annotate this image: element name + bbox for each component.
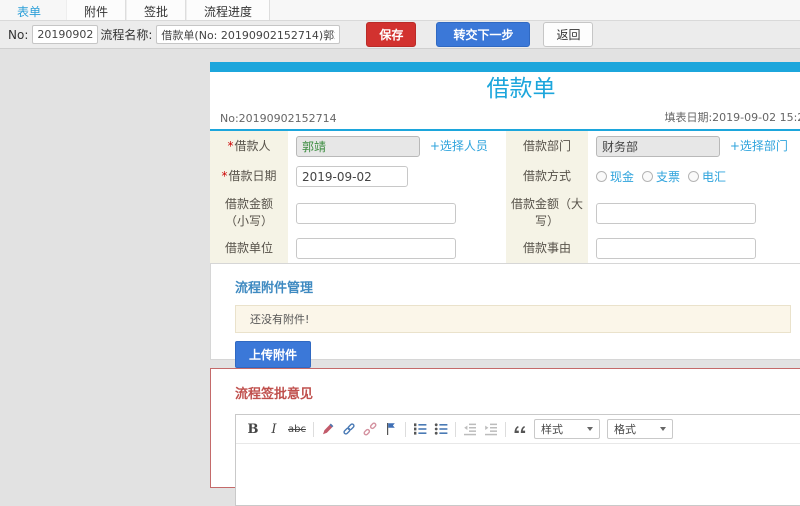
form-title: 借款单 — [486, 76, 556, 102]
borrow-date-input[interactable] — [296, 166, 408, 187]
header-toolbar: No: 流程名称: 保存 转交下一步 返回 — [0, 21, 800, 49]
italic-icon[interactable]: I — [267, 421, 281, 437]
unlink-icon[interactable] — [363, 421, 377, 437]
chevron-down-icon — [659, 427, 666, 431]
loan-form-panel: 借款单 No:20190902152714 填表日期:2019-09-02 15… — [210, 62, 800, 268]
anchor-flag-icon[interactable] — [384, 421, 398, 437]
radio-check[interactable]: 支票 — [642, 168, 680, 185]
tab-bar: 表单 附件 签批 流程进度 — [0, 0, 800, 21]
department-label-cell: 借款部门 — [506, 131, 588, 161]
select-person-link[interactable]: +选择人员 — [430, 139, 488, 153]
next-step-button[interactable]: 转交下一步 — [436, 22, 531, 47]
numbered-list-icon[interactable] — [413, 421, 427, 437]
no-input[interactable] — [32, 25, 99, 44]
tab-form[interactable]: 表单 — [0, 0, 58, 20]
form-info-row: No:20190902152714 填表日期:2019-09-02 15:27:… — [210, 106, 800, 131]
tab-approval[interactable]: 签批 — [126, 0, 187, 20]
radio-icon[interactable] — [596, 171, 607, 182]
tab-process-progress[interactable]: 流程进度 — [186, 0, 271, 20]
indent-icon[interactable] — [484, 421, 498, 437]
amount-lower-input[interactable] — [296, 202, 456, 224]
reason-input[interactable] — [596, 238, 756, 259]
attachments-card: 流程附件管理 还没有附件! 上传附件 — [210, 263, 800, 368]
toolbar-separator — [454, 421, 456, 437]
process-name-label: 流程名称: — [100, 28, 153, 42]
remove-format-icon[interactable] — [321, 421, 335, 437]
no-attachments-message: 还没有附件! — [235, 305, 791, 333]
unit-label-cell: 借款单位 — [210, 234, 288, 263]
editor-content-area[interactable] — [236, 443, 800, 505]
select-department-link[interactable]: +选择部门 — [730, 139, 788, 153]
save-button[interactable]: 保存 — [366, 22, 417, 47]
reason-label-cell: 借款事由 — [506, 234, 588, 263]
no-label: No: — [8, 27, 29, 42]
loan-form-table: *借款人 +选择人员 借款部门 +选择部门 *借款日期 借款方式 — [210, 131, 800, 263]
back-button[interactable]: 返回 — [543, 22, 594, 47]
amount-upper-label-cell: 借款金额（大写） — [506, 192, 588, 234]
radio-icon[interactable] — [642, 171, 654, 182]
toolbar-separator — [504, 421, 506, 437]
blockquote-icon[interactable] — [513, 421, 527, 437]
borrow-method-radios: 现金 支票 电汇 — [596, 168, 800, 185]
rich-text-editor: B I abc 样式 格式 — [235, 414, 800, 506]
doc-number: No:20190902152714 — [220, 112, 337, 125]
upload-attachment-button[interactable]: 上传附件 — [235, 341, 312, 368]
radio-cash[interactable]: 现金 — [596, 168, 634, 185]
format-dropdown[interactable]: 格式 — [606, 419, 673, 439]
department-input[interactable] — [596, 135, 720, 157]
borrower-label-cell: *借款人 — [210, 131, 288, 161]
radio-wire[interactable]: 电汇 — [688, 168, 726, 185]
link-icon[interactable] — [342, 421, 356, 437]
borrower-input[interactable] — [296, 135, 420, 157]
chevron-down-icon — [586, 427, 593, 431]
amount-upper-input[interactable] — [596, 202, 756, 224]
radio-icon[interactable] — [688, 171, 700, 182]
borrow-date-label-cell: *借款日期 — [210, 161, 288, 192]
panel-top-bar — [210, 62, 800, 72]
required-asterisk: * — [221, 169, 228, 183]
process-name-input[interactable] — [156, 25, 341, 44]
strikethrough-icon[interactable]: abc — [288, 421, 306, 437]
attachments-title: 流程附件管理 — [235, 281, 314, 296]
amount-lower-label-cell: 借款金额（小写） — [210, 192, 288, 234]
approval-card: 流程签批意见 B I abc 样式 格式 — [210, 368, 800, 506]
unit-input[interactable] — [296, 238, 456, 259]
required-asterisk: * — [227, 138, 234, 153]
bulleted-list-icon[interactable] — [434, 421, 448, 437]
tab-attachments[interactable]: 附件 — [66, 0, 127, 20]
editor-toolbar: B I abc 样式 格式 — [236, 415, 800, 443]
fill-date: 填表日期:2019-09-02 15:27:1 — [664, 111, 800, 124]
method-label-cell: 借款方式 — [506, 161, 588, 192]
toolbar-separator — [404, 421, 406, 437]
bold-icon[interactable]: B — [246, 421, 260, 437]
styles-dropdown[interactable]: 样式 — [533, 419, 600, 439]
outdent-icon[interactable] — [463, 421, 477, 437]
approval-title: 流程签批意见 — [235, 387, 314, 402]
toolbar-separator — [312, 421, 314, 437]
